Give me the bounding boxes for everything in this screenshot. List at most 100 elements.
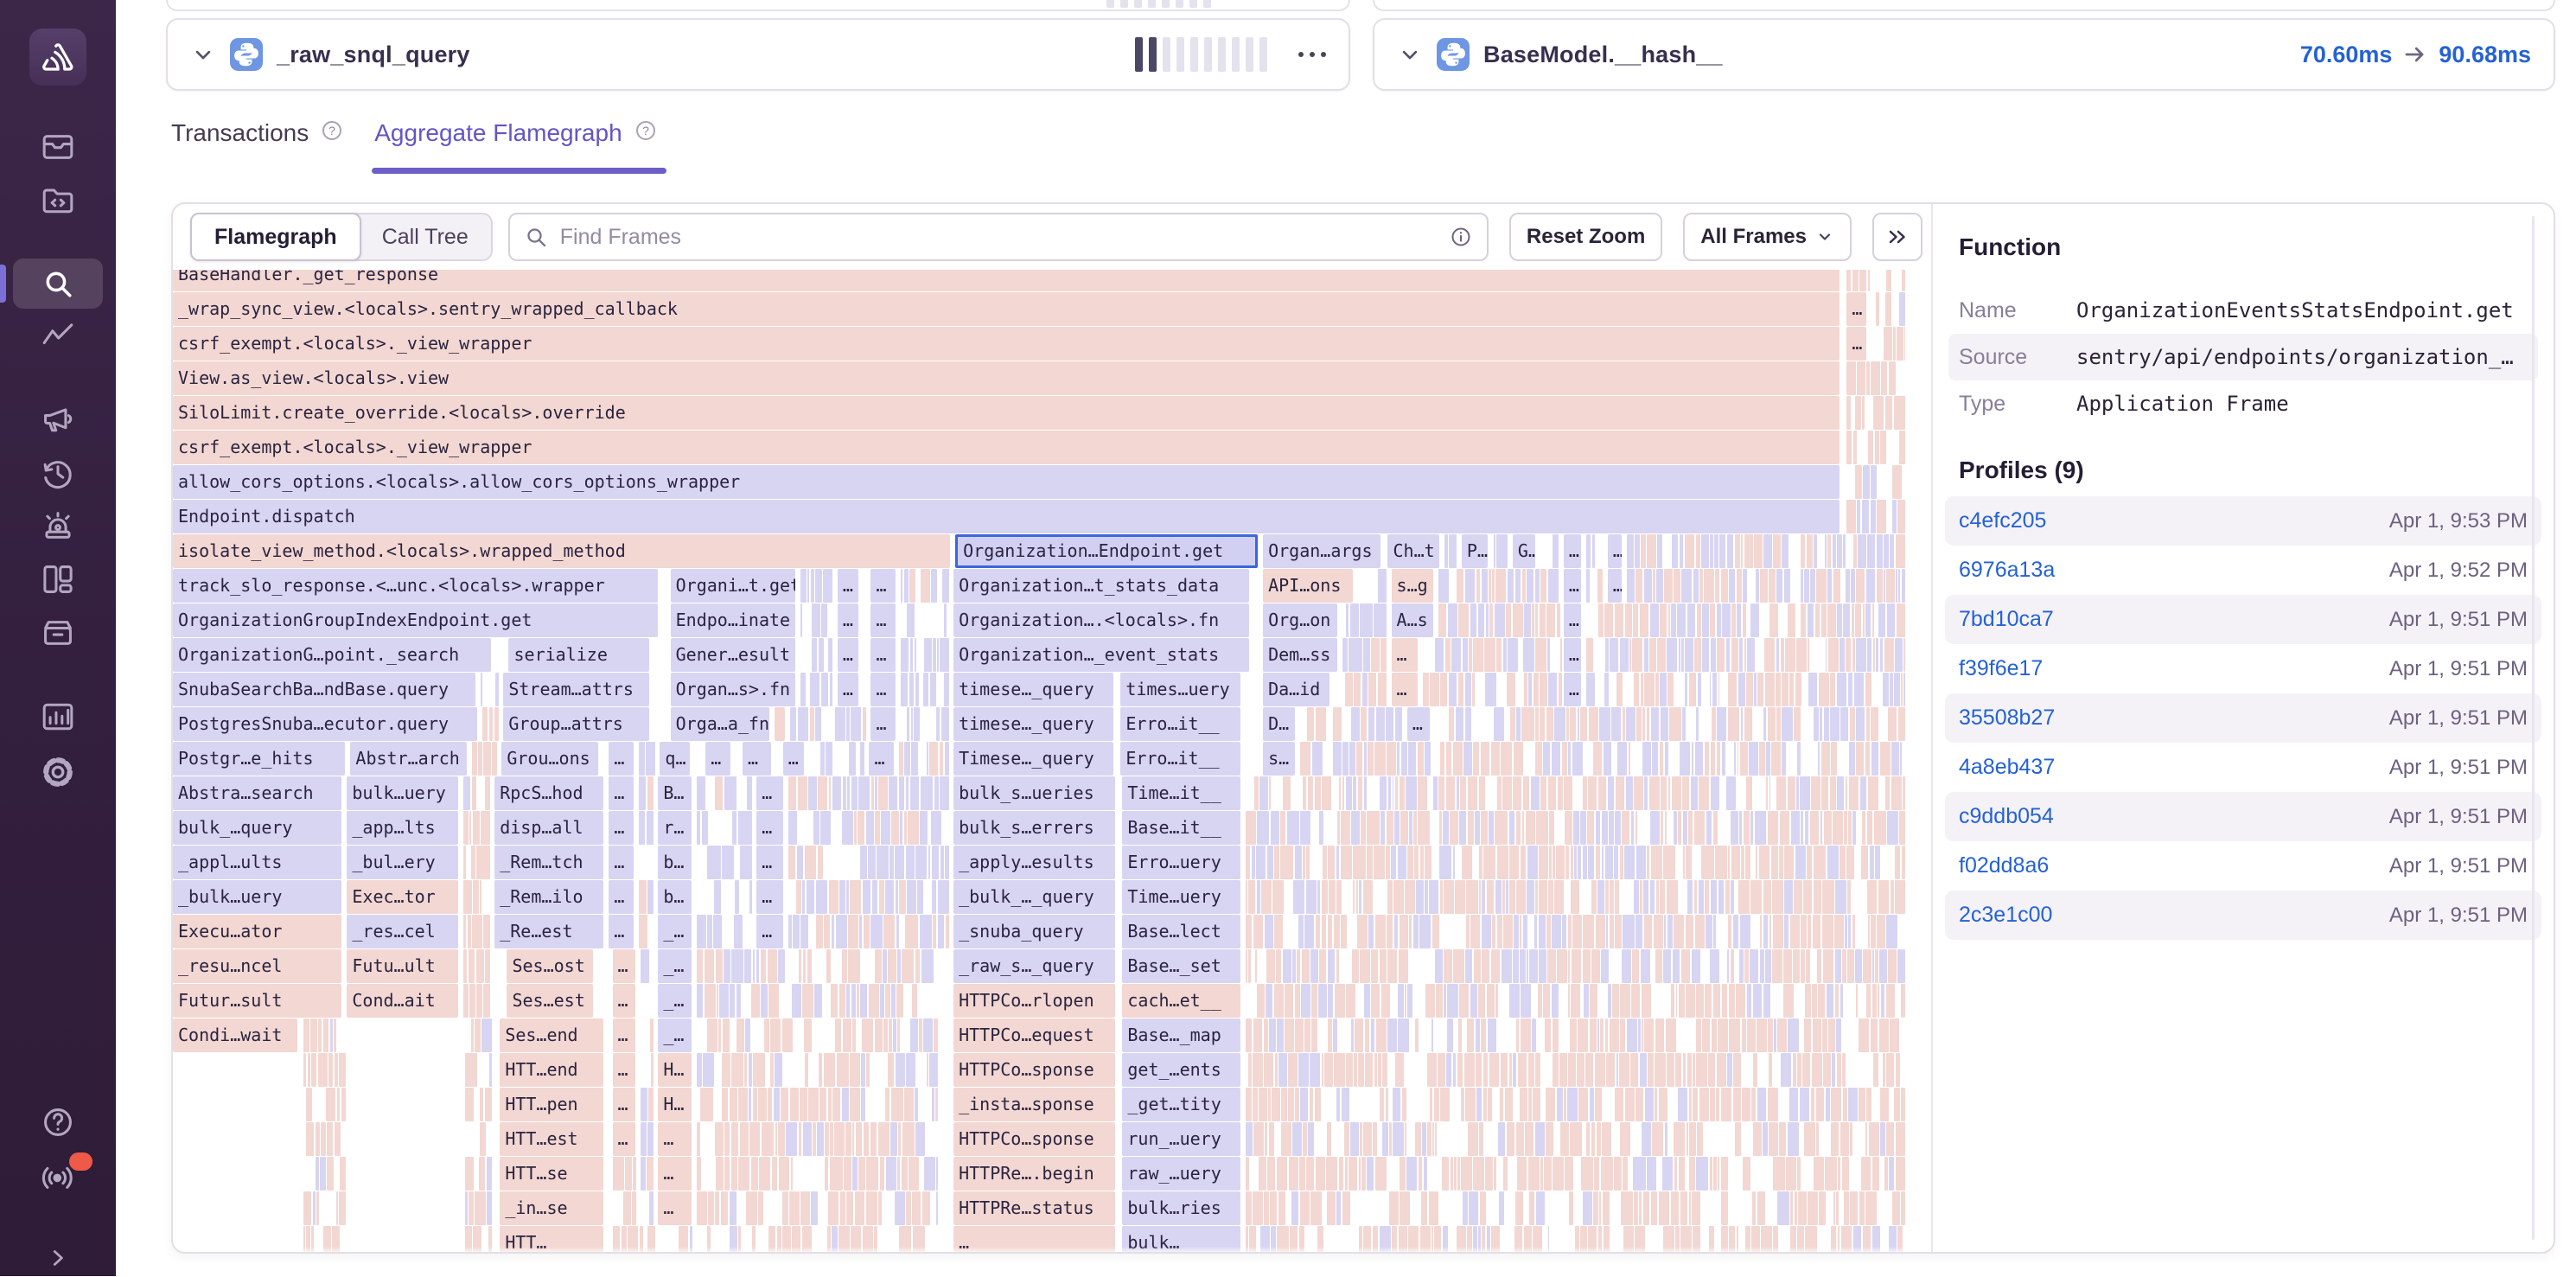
flame-sliver[interactable] [1364, 742, 1367, 776]
flame-sliver[interactable] [1831, 1226, 1837, 1254]
flame-sliver[interactable] [1386, 1088, 1388, 1121]
flame-sliver[interactable] [1586, 534, 1591, 568]
sidebar-item-sentry-logo[interactable] [0, 29, 116, 86]
flame-sliver[interactable] [1509, 1053, 1512, 1087]
flame-frame[interactable]: Da…id [1263, 673, 1329, 706]
flame-sliver[interactable] [1575, 1226, 1579, 1254]
flame-sliver[interactable] [805, 846, 817, 879]
flame-sliver[interactable] [1398, 846, 1406, 879]
flame-sliver[interactable] [1764, 638, 1775, 672]
flame-sliver[interactable] [1419, 915, 1431, 948]
flame-sliver[interactable] [1671, 984, 1674, 1018]
function-card-basemodel-hash[interactable]: BaseModel.__hash__ 70.60ms 90.68ms [1373, 18, 2555, 91]
flame-sliver[interactable] [1866, 361, 1869, 395]
flame-sliver[interactable] [1821, 742, 1830, 776]
flame-sliver[interactable] [1440, 1088, 1450, 1121]
flame-sliver[interactable] [921, 949, 934, 983]
flame-sliver[interactable] [940, 742, 944, 776]
flame-sliver[interactable] [1737, 569, 1742, 603]
flame-sliver[interactable] [1598, 776, 1607, 810]
flame-sliver[interactable] [1399, 1226, 1407, 1254]
flame-sliver[interactable] [1863, 949, 1871, 983]
flame-sliver[interactable] [1503, 638, 1507, 672]
flame-sliver[interactable] [1328, 949, 1336, 983]
flame-sliver[interactable] [1717, 1053, 1726, 1087]
flame-sliver[interactable] [1833, 811, 1842, 845]
flame-sliver[interactable] [1773, 915, 1783, 948]
flame-sliver[interactable] [1824, 707, 1829, 741]
flame-sliver[interactable] [651, 1053, 654, 1087]
flame-sliver[interactable] [1363, 880, 1374, 914]
flame-sliver[interactable] [1895, 846, 1900, 879]
flame-sliver[interactable] [1693, 1088, 1698, 1121]
flame-sliver[interactable] [1495, 569, 1506, 603]
flame-frame[interactable]: … [609, 776, 634, 810]
flame-sliver[interactable] [932, 846, 940, 879]
flame-sliver[interactable] [715, 776, 724, 810]
flame-sliver[interactable] [1616, 1053, 1618, 1087]
flame-sliver[interactable] [1679, 984, 1685, 1018]
flame-sliver[interactable] [1269, 776, 1271, 810]
flame-sliver[interactable] [1495, 984, 1498, 1018]
flame-sliver[interactable] [1814, 707, 1819, 741]
flame-sliver[interactable] [861, 1053, 864, 1087]
flame-sliver[interactable] [1713, 915, 1716, 948]
flame-sliver[interactable] [715, 1122, 723, 1156]
flame-sliver[interactable] [878, 1191, 882, 1225]
flame-sliver[interactable] [1554, 707, 1565, 741]
flame-sliver[interactable] [1500, 1088, 1504, 1121]
flame-sliver[interactable] [1880, 1122, 1885, 1156]
flame-sliver[interactable] [1875, 431, 1879, 464]
flame-sliver[interactable] [922, 1191, 930, 1225]
flame-sliver[interactable] [1583, 776, 1587, 810]
flame-sliver[interactable] [1818, 984, 1825, 1018]
flame-sliver[interactable] [1534, 915, 1537, 948]
flame-sliver[interactable] [1479, 1122, 1483, 1156]
sidebar-item-feedback[interactable] [0, 399, 116, 437]
flame-sliver[interactable] [1495, 603, 1505, 637]
flame-sliver[interactable] [1598, 603, 1604, 637]
flame-sliver[interactable] [1842, 1053, 1846, 1087]
flame-sliver[interactable] [1267, 846, 1273, 879]
flame-sliver[interactable] [1513, 603, 1523, 637]
flame-sliver[interactable] [1615, 1088, 1623, 1121]
flame-sliver[interactable] [901, 569, 902, 603]
flame-sliver[interactable] [1884, 327, 1892, 361]
flame-sliver[interactable] [1535, 1122, 1545, 1156]
flame-sliver[interactable] [1438, 1053, 1444, 1087]
flame-sliver[interactable] [860, 984, 867, 1018]
flame-sliver[interactable] [1856, 742, 1864, 776]
flame-sliver[interactable] [1776, 638, 1780, 672]
flame-sliver[interactable] [1867, 811, 1873, 845]
flame-sliver[interactable] [341, 1088, 346, 1121]
flame-sliver[interactable] [1863, 603, 1865, 637]
flame-sliver[interactable] [1438, 603, 1446, 637]
flame-sliver[interactable] [1590, 1018, 1597, 1052]
flame-sliver[interactable] [1668, 776, 1670, 810]
flame-sliver[interactable] [641, 1088, 647, 1121]
flame-sliver[interactable] [1300, 1191, 1310, 1225]
flame-sliver[interactable] [1835, 949, 1841, 983]
flame-sliver[interactable] [306, 1088, 312, 1121]
flame-sliver[interactable] [1853, 431, 1858, 464]
flame-sliver[interactable] [1297, 949, 1300, 983]
flame-sliver[interactable] [1793, 1053, 1796, 1087]
flame-sliver[interactable] [1763, 880, 1771, 914]
flame-sliver[interactable] [1781, 1053, 1791, 1087]
profile-link[interactable]: 6976a13a [1959, 558, 2055, 583]
flame-sliver[interactable] [832, 915, 835, 948]
flame-sliver[interactable] [330, 1018, 333, 1052]
flame-sliver[interactable] [1455, 880, 1465, 914]
flame-sliver[interactable] [1817, 949, 1822, 983]
flame-sliver[interactable] [891, 984, 896, 1018]
flame-sliver[interactable] [1744, 811, 1750, 845]
flame-sliver[interactable] [1580, 707, 1587, 741]
flame-sliver[interactable] [1662, 1157, 1673, 1191]
flame-sliver[interactable] [1695, 915, 1705, 948]
flame-sliver[interactable] [1863, 465, 1870, 499]
flame-sliver[interactable] [905, 915, 918, 948]
duration-after[interactable]: 90.68ms [2439, 42, 2531, 68]
flame-sliver[interactable] [1667, 1053, 1674, 1087]
flame-sliver[interactable] [928, 846, 931, 879]
flame-sliver[interactable] [1456, 707, 1464, 741]
